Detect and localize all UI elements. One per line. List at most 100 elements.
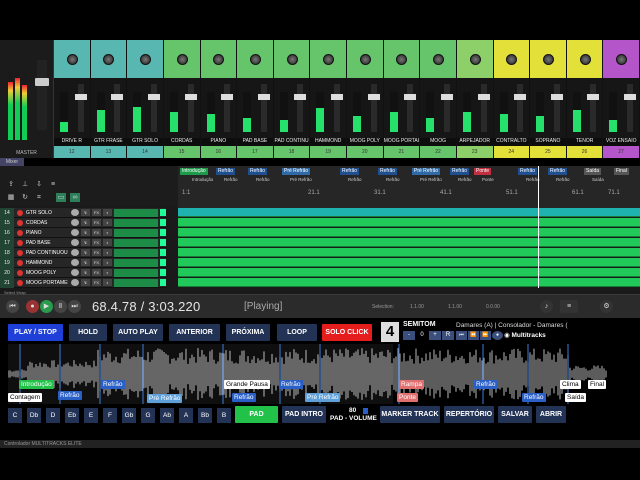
track-lane[interactable] [178, 228, 640, 237]
track-fx-button[interactable]: FX [92, 209, 101, 216]
key-button[interactable]: Db [27, 408, 41, 423]
semitone-plus-button[interactable]: + [429, 331, 441, 340]
track-env-icon[interactable]: ◐ [103, 229, 112, 236]
channel-fader[interactable] [294, 84, 307, 132]
track-lane[interactable] [178, 258, 640, 267]
previous-button[interactable]: ANTERIOR [169, 324, 220, 341]
forward-button[interactable]: ⏭ [68, 300, 81, 313]
key-button[interactable]: Gb [122, 408, 136, 423]
play-stop-button[interactable]: PLAY / STOP [8, 324, 63, 341]
track-io-icon[interactable]: ↯ [81, 249, 90, 256]
track-state-icon[interactable] [160, 209, 166, 216]
settings-icon[interactable]: ⚙ [600, 300, 613, 313]
track-fx-button[interactable]: FX [92, 269, 101, 276]
track-pan-knob[interactable] [71, 219, 79, 226]
timeline-marker[interactable]: Refrão [450, 168, 470, 175]
pad-volume-control[interactable]: 80 PAD - VOLUME [330, 406, 377, 423]
timeline-marker[interactable]: Ponte [474, 168, 492, 175]
grid-icon[interactable]: ▦ [6, 193, 16, 202]
timeline-marker[interactable]: Saída [584, 168, 602, 175]
channel-header[interactable] [603, 40, 639, 78]
section-marker[interactable]: Refrão [232, 393, 256, 402]
pan-knob[interactable] [176, 54, 188, 65]
section-marker[interactable]: Contagem [8, 393, 42, 402]
channel-header[interactable] [420, 40, 456, 78]
pan-knob[interactable] [66, 54, 78, 65]
open-button[interactable]: ABRIR [536, 406, 566, 423]
track-lanes[interactable] [178, 208, 640, 288]
timeline-marker[interactable]: Refrão [340, 168, 360, 175]
timeline-marker[interactable]: Refrão [248, 168, 268, 175]
channel-header[interactable] [54, 40, 90, 78]
track-fx-button[interactable]: FX [92, 229, 101, 236]
key-button[interactable]: G [141, 408, 155, 423]
track-env-icon[interactable]: ◐ [103, 279, 112, 286]
channel-fader[interactable] [184, 84, 197, 132]
track-state-icon[interactable] [160, 279, 166, 286]
channel-header[interactable] [310, 40, 346, 78]
timeline-marker[interactable]: Refrão [378, 168, 398, 175]
next-button[interactable]: PRÓXIMA [226, 324, 270, 341]
track-volume-bar[interactable] [114, 278, 158, 287]
ripple-icon[interactable]: ▭ [56, 193, 66, 202]
marker-track-button[interactable]: MARKER TRACK [380, 406, 440, 423]
forward-song-icon[interactable]: ⏩ [480, 331, 491, 340]
channel-header[interactable] [383, 40, 420, 78]
pan-knob[interactable] [579, 54, 591, 65]
prev-song-icon[interactable]: ⏮ [456, 331, 467, 340]
mixer-tab[interactable]: Mixer [0, 158, 24, 166]
channel-fader[interactable] [550, 84, 563, 132]
track-fx-button[interactable]: FX [92, 279, 101, 286]
record-arm-icon[interactable] [17, 279, 23, 286]
track-pan-knob[interactable] [71, 209, 79, 216]
key-button[interactable]: Ab [160, 408, 174, 423]
channel-fader[interactable] [587, 84, 600, 132]
semitone-reset-button[interactable]: R [442, 331, 454, 340]
track-volume-bar[interactable] [114, 248, 158, 257]
timeline-marker[interactable]: Introdução [180, 168, 208, 175]
timeline-marker[interactable]: Pré Refrão [282, 168, 311, 175]
track-volume-bar[interactable] [114, 218, 158, 227]
track-env-icon[interactable]: ◐ [103, 219, 112, 226]
track-lane[interactable] [178, 218, 640, 227]
track-io-icon[interactable]: ↯ [81, 279, 90, 286]
track-row[interactable]: 20 MOOG POLY ↯ FX ◐ [0, 267, 166, 278]
pad-intro-button[interactable]: PAD INTRO [282, 406, 326, 423]
download-icon[interactable]: ⇩ [34, 180, 44, 189]
key-button[interactable]: C [8, 408, 22, 423]
pan-knob[interactable] [249, 54, 261, 65]
record-song-icon[interactable]: ● [492, 331, 503, 340]
envelope-icon[interactable]: ≡ [48, 180, 58, 189]
channel-fader[interactable] [440, 84, 453, 132]
channel-fader[interactable] [147, 84, 160, 132]
section-marker[interactable]: Grande Pausa [224, 380, 270, 389]
loop-button[interactable]: LOOP [277, 324, 317, 341]
play-button[interactable]: ▶ [40, 300, 53, 313]
track-pan-knob[interactable] [71, 279, 79, 286]
track-env-icon[interactable]: ◐ [103, 249, 112, 256]
channel-header[interactable] [273, 40, 310, 78]
track-io-icon[interactable]: ↯ [81, 209, 90, 216]
key-button[interactable]: F [103, 408, 117, 423]
channel-header[interactable] [566, 40, 603, 78]
track-volume-bar[interactable] [114, 258, 158, 267]
track-pan-knob[interactable] [71, 259, 79, 266]
channel-header[interactable] [456, 40, 493, 78]
track-pan-knob[interactable] [71, 229, 79, 236]
track-env-icon[interactable]: ◐ [103, 259, 112, 266]
track-lane[interactable] [178, 238, 640, 247]
pan-knob[interactable] [286, 54, 298, 65]
channel-header[interactable] [90, 40, 127, 78]
pan-knob[interactable] [542, 54, 554, 65]
auto-play-button[interactable]: AUTO PLAY [113, 324, 163, 341]
track-row[interactable]: 17 PAD BASE ↯ FX ◐ [0, 237, 166, 248]
timeline-marker[interactable]: Final [614, 168, 629, 175]
key-button[interactable]: Bb [198, 408, 212, 423]
track-env-icon[interactable]: ◐ [103, 269, 112, 276]
channel-header[interactable] [493, 40, 530, 78]
track-env-icon[interactable]: ◐ [103, 239, 112, 246]
semitone-minus-button[interactable]: - [403, 331, 415, 340]
record-arm-icon[interactable] [17, 249, 23, 256]
rewind-button[interactable]: ⏮ [6, 300, 19, 313]
pan-knob[interactable] [140, 54, 152, 65]
